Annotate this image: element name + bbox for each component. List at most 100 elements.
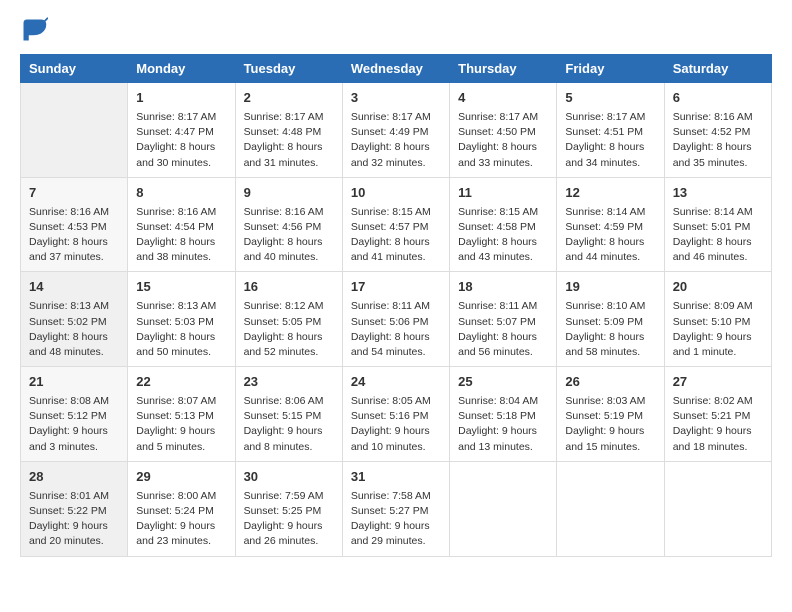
day-cell: 22Sunrise: 8:07 AM Sunset: 5:13 PM Dayli… bbox=[128, 367, 235, 462]
day-number: 31 bbox=[351, 468, 441, 487]
day-cell: 31 Sunrise: 7:58 AM Sunset: 5:27 PM Dayli… bbox=[342, 461, 449, 556]
col-header-sunday: Sunday bbox=[21, 55, 128, 83]
day-info: Sunrise: 8:15 AM Sunset: 4:58 PM Dayligh… bbox=[458, 205, 548, 266]
day-cell bbox=[21, 83, 128, 178]
day-cell: 19 Sunrise: 8:10 AM Sunset: 5:09 PM Dayli… bbox=[557, 272, 664, 367]
day-info: Sunrise: 8:16 AM Sunset: 4:52 PM Dayligh… bbox=[673, 110, 763, 171]
day-cell: 10 Sunrise: 8:15 AM Sunset: 4:57 PM Dayli… bbox=[342, 177, 449, 272]
day-cell: 25 Sunrise: 8:04 AM Sunset: 5:18 PM Dayli… bbox=[450, 367, 557, 462]
page-header bbox=[20, 16, 772, 44]
day-info: Sunrise: 8:16 AM Sunset: 4:53 PM Dayligh… bbox=[29, 205, 119, 266]
day-number: 12 bbox=[565, 184, 655, 203]
day-cell: 20 Sunrise: 8:09 AM Sunset: 5:10 PM Dayli… bbox=[664, 272, 771, 367]
col-header-thursday: Thursday bbox=[450, 55, 557, 83]
day-number: 28 bbox=[29, 468, 119, 487]
day-info: Sunrise: 8:11 AM Sunset: 5:07 PM Dayligh… bbox=[458, 299, 548, 360]
col-header-saturday: Saturday bbox=[664, 55, 771, 83]
day-number: 14 bbox=[29, 278, 119, 297]
day-number: 25 bbox=[458, 373, 548, 392]
day-info: Sunrise: 8:17 AM Sunset: 4:50 PM Dayligh… bbox=[458, 110, 548, 171]
day-number: 17 bbox=[351, 278, 441, 297]
col-header-friday: Friday bbox=[557, 55, 664, 83]
day-number: 6 bbox=[673, 89, 763, 108]
day-number: 5 bbox=[565, 89, 655, 108]
day-number: 30 bbox=[244, 468, 334, 487]
week-row-5: 28Sunrise: 8:01 AM Sunset: 5:22 PM Dayli… bbox=[21, 461, 772, 556]
day-cell: 30 Sunrise: 7:59 AM Sunset: 5:25 PM Dayli… bbox=[235, 461, 342, 556]
day-info: Sunrise: 8:11 AM Sunset: 5:06 PM Dayligh… bbox=[351, 299, 441, 360]
day-info: Sunrise: 8:17 AM Sunset: 4:47 PM Dayligh… bbox=[136, 110, 226, 171]
day-number: 9 bbox=[244, 184, 334, 203]
day-cell: 15 Sunrise: 8:13 AM Sunset: 5:03 PM Dayli… bbox=[128, 272, 235, 367]
day-cell: 27 Sunrise: 8:02 AM Sunset: 5:21 PM Dayli… bbox=[664, 367, 771, 462]
week-row-2: 7 Sunrise: 8:16 AM Sunset: 4:53 PM Daylig… bbox=[21, 177, 772, 272]
day-info: Sunrise: 8:17 AM Sunset: 4:49 PM Dayligh… bbox=[351, 110, 441, 171]
day-cell: 4 Sunrise: 8:17 AM Sunset: 4:50 PM Daylig… bbox=[450, 83, 557, 178]
day-number: 24 bbox=[351, 373, 441, 392]
day-info: Sunrise: 7:58 AM Sunset: 5:27 PM Dayligh… bbox=[351, 489, 441, 550]
day-number: 1 bbox=[136, 89, 226, 108]
logo bbox=[20, 16, 52, 44]
day-number: 2 bbox=[244, 89, 334, 108]
col-header-wednesday: Wednesday bbox=[342, 55, 449, 83]
day-cell bbox=[557, 461, 664, 556]
day-info: Sunrise: 8:13 AM Sunset: 5:03 PM Dayligh… bbox=[136, 299, 226, 360]
day-number: 23 bbox=[244, 373, 334, 392]
day-number: 29 bbox=[136, 468, 226, 487]
day-cell: 28Sunrise: 8:01 AM Sunset: 5:22 PM Dayli… bbox=[21, 461, 128, 556]
day-cell: 24 Sunrise: 8:05 AM Sunset: 5:16 PM Dayli… bbox=[342, 367, 449, 462]
day-cell bbox=[450, 461, 557, 556]
day-info: Sunrise: 8:13 AM Sunset: 5:02 PM Dayligh… bbox=[29, 299, 119, 360]
day-cell: 17 Sunrise: 8:11 AM Sunset: 5:06 PM Dayli… bbox=[342, 272, 449, 367]
col-header-tuesday: Tuesday bbox=[235, 55, 342, 83]
day-cell bbox=[664, 461, 771, 556]
day-number: 4 bbox=[458, 89, 548, 108]
day-number: 20 bbox=[673, 278, 763, 297]
day-cell: 6 Sunrise: 8:16 AM Sunset: 4:52 PM Daylig… bbox=[664, 83, 771, 178]
day-info: Sunrise: 8:02 AM Sunset: 5:21 PM Dayligh… bbox=[673, 394, 763, 455]
day-cell: 9Sunrise: 8:16 AM Sunset: 4:56 PM Daylig… bbox=[235, 177, 342, 272]
day-info: Sunrise: 8:10 AM Sunset: 5:09 PM Dayligh… bbox=[565, 299, 655, 360]
day-info: Sunrise: 8:06 AM Sunset: 5:15 PM Dayligh… bbox=[244, 394, 334, 455]
day-number: 11 bbox=[458, 184, 548, 203]
day-info: Sunrise: 8:04 AM Sunset: 5:18 PM Dayligh… bbox=[458, 394, 548, 455]
day-cell: 16 Sunrise: 8:12 AM Sunset: 5:05 PM Dayli… bbox=[235, 272, 342, 367]
day-number: 18 bbox=[458, 278, 548, 297]
day-info: Sunrise: 8:14 AM Sunset: 5:01 PM Dayligh… bbox=[673, 205, 763, 266]
week-row-1: 1 Sunrise: 8:17 AM Sunset: 4:47 PM Daylig… bbox=[21, 83, 772, 178]
day-info: Sunrise: 8:17 AM Sunset: 4:51 PM Dayligh… bbox=[565, 110, 655, 171]
day-cell: 2Sunrise: 8:17 AM Sunset: 4:48 PM Daylig… bbox=[235, 83, 342, 178]
day-number: 27 bbox=[673, 373, 763, 392]
week-row-3: 14 Sunrise: 8:13 AM Sunset: 5:02 PM Dayli… bbox=[21, 272, 772, 367]
day-cell: 8 Sunrise: 8:16 AM Sunset: 4:54 PM Daylig… bbox=[128, 177, 235, 272]
day-info: Sunrise: 8:09 AM Sunset: 5:10 PM Dayligh… bbox=[673, 299, 763, 360]
day-number: 7 bbox=[29, 184, 119, 203]
day-cell: 26 Sunrise: 8:03 AM Sunset: 5:19 PM Dayli… bbox=[557, 367, 664, 462]
day-number: 15 bbox=[136, 278, 226, 297]
day-info: Sunrise: 8:12 AM Sunset: 5:05 PM Dayligh… bbox=[244, 299, 334, 360]
day-cell: 11 Sunrise: 8:15 AM Sunset: 4:58 PM Dayli… bbox=[450, 177, 557, 272]
day-info: Sunrise: 8:08 AM Sunset: 5:12 PM Dayligh… bbox=[29, 394, 119, 455]
day-number: 3 bbox=[351, 89, 441, 108]
day-info: Sunrise: 8:15 AM Sunset: 4:57 PM Dayligh… bbox=[351, 205, 441, 266]
day-info: Sunrise: 8:05 AM Sunset: 5:16 PM Dayligh… bbox=[351, 394, 441, 455]
day-cell: 29 Sunrise: 8:00 AM Sunset: 5:24 PM Dayli… bbox=[128, 461, 235, 556]
day-cell: 1 Sunrise: 8:17 AM Sunset: 4:47 PM Daylig… bbox=[128, 83, 235, 178]
day-number: 26 bbox=[565, 373, 655, 392]
day-info: Sunrise: 8:00 AM Sunset: 5:24 PM Dayligh… bbox=[136, 489, 226, 550]
calendar-table: SundayMondayTuesdayWednesdayThursdayFrid… bbox=[20, 54, 772, 557]
day-number: 19 bbox=[565, 278, 655, 297]
day-number: 16 bbox=[244, 278, 334, 297]
day-number: 10 bbox=[351, 184, 441, 203]
day-cell: 5 Sunrise: 8:17 AM Sunset: 4:51 PM Daylig… bbox=[557, 83, 664, 178]
day-cell: 18 Sunrise: 8:11 AM Sunset: 5:07 PM Dayli… bbox=[450, 272, 557, 367]
day-info: Sunrise: 8:03 AM Sunset: 5:19 PM Dayligh… bbox=[565, 394, 655, 455]
day-cell: 23 Sunrise: 8:06 AM Sunset: 5:15 PM Dayli… bbox=[235, 367, 342, 462]
logo-icon bbox=[20, 16, 48, 44]
day-info: Sunrise: 7:59 AM Sunset: 5:25 PM Dayligh… bbox=[244, 489, 334, 550]
day-info: Sunrise: 8:16 AM Sunset: 4:54 PM Dayligh… bbox=[136, 205, 226, 266]
day-cell: 12Sunrise: 8:14 AM Sunset: 4:59 PM Dayli… bbox=[557, 177, 664, 272]
day-number: 8 bbox=[136, 184, 226, 203]
day-cell: 7 Sunrise: 8:16 AM Sunset: 4:53 PM Daylig… bbox=[21, 177, 128, 272]
day-info: Sunrise: 8:07 AM Sunset: 5:13 PM Dayligh… bbox=[136, 394, 226, 455]
